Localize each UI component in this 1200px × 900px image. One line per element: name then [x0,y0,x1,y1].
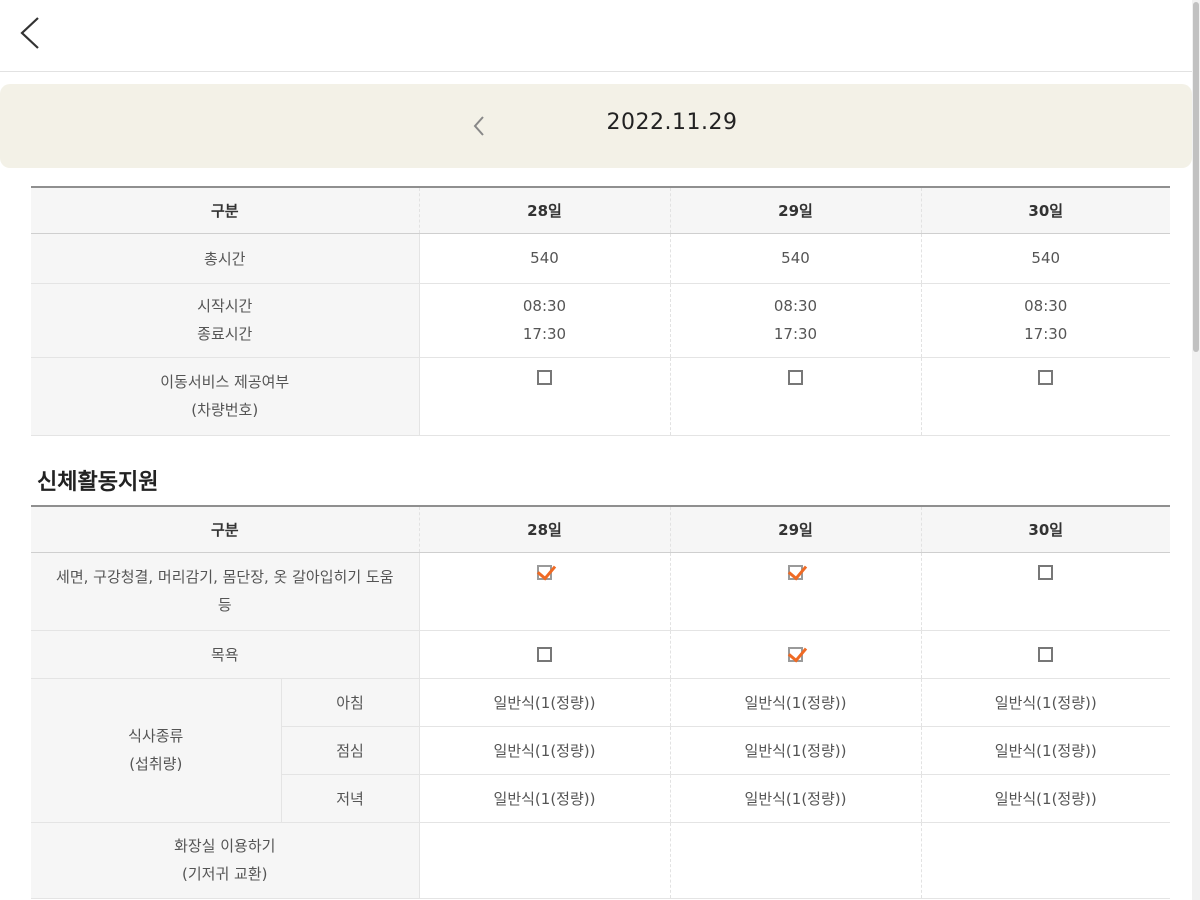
washing-cell [669,552,922,631]
header-day: 30일 [920,505,1171,553]
washing-label-suffix: 등 [217,596,232,614]
start-time: 08:30 [773,297,818,315]
activity-table: 구분 28일 29일 30일 세면, 구강청결, 머리감기, 몸단장, 옷 갈아… [31,505,1171,899]
end-time: 17:30 [522,325,567,343]
toilet-cell [669,822,922,899]
bathing-checkbox[interactable] [537,647,553,662]
time-range-cell: 08:30 17:30 [669,283,921,358]
table-row: 식사종류 (섭취량) 아침 일반식(1(정량)) 일반식(1(정량)) 일반식(… [31,678,1171,823]
meal-label-lunch: 점심 [281,726,420,775]
meal-value: 일반식(1(정량)) [669,678,922,727]
transport-cell [920,357,1170,436]
bathing-cell [920,630,1171,679]
row-label-meals: 식사종류 (섭취량) [31,678,282,823]
section-title: 신체활동지원 [37,470,159,495]
intake-label: (섭취량) [129,755,183,773]
start-time-label: 시작시간 [197,297,253,315]
bathing-cell [669,630,922,679]
row-label-washing: 세면, 구강청결, 머리감기, 몸단장, 옷 갈아입히기 도움 등 [31,552,420,631]
meal-value: 일반식(1(정량)) [418,726,671,775]
meal-value: 일반식(1(정량)) [669,774,922,823]
bathing-cell [418,630,671,679]
chevron-left-icon [473,116,484,136]
meal-label-breakfast: 아침 [281,678,420,727]
toilet-cell [920,822,1171,899]
end-time: 17:30 [773,325,818,343]
washing-checkbox[interactable] [537,564,553,580]
start-time: 08:30 [1024,297,1068,315]
transport-cell [418,357,670,436]
washing-cell [920,552,1171,631]
toilet-cell [418,822,671,899]
bathing-checkbox[interactable] [1038,647,1054,662]
header-category: 구분 [31,186,419,234]
meal-value: 일반식(1(정량)) [418,774,671,823]
time-range-cell: 08:30 17:30 [418,283,670,358]
header-day: 29일 [669,505,922,553]
table-row: 목욕 [31,630,1171,679]
meal-value: 일반식(1(정량)) [920,774,1171,823]
transport-checkbox[interactable] [537,369,552,385]
table-header-row: 구분 28일 29일 30일 [31,186,1170,234]
total-time-value: 540 [418,233,670,284]
transport-checkbox[interactable] [1038,369,1054,385]
transport-cell [669,357,921,436]
meal-value: 일반식(1(정량)) [669,726,922,775]
table-row: 세면, 구강청결, 머리감기, 몸단장, 옷 갈아입히기 도움 등 [31,552,1171,631]
total-time-value: 540 [920,233,1170,284]
row-label-bathing: 목욕 [31,630,420,679]
table-row: 이동서비스 제공여부 (차량번호) [31,357,1170,436]
end-time: 17:30 [1024,325,1068,343]
meal-label-dinner: 저녁 [281,774,420,823]
time-range-cell: 08:30 17:30 [920,283,1170,358]
current-date: 2022.11.29 [606,110,738,135]
schedule-table: 구분 28일 29일 30일 총시간 540 540 540 시작시간 종료시간… [31,186,1170,436]
header-day: 28일 [418,505,671,553]
top-bar [0,0,1192,72]
washing-cell [418,552,671,631]
washing-checkbox[interactable] [1038,564,1054,580]
washing-label: 세면, 구강청결, 머리감기, 몸단장, 옷 갈아입히기 도움 [56,568,394,586]
row-label-transport: 이동서비스 제공여부 (차량번호) [31,357,420,436]
total-time-value: 540 [669,233,921,284]
end-time-label: 종료시간 [197,325,253,343]
row-label-toilet: 화장실 이용하기 (기저귀 교환) [31,822,420,899]
transport-label: 이동서비스 제공여부 [160,373,290,391]
meal-value: 일반식(1(정량)) [418,678,671,727]
diaper-change-label: (기저귀 교환) [182,865,268,883]
bathing-checkbox[interactable] [788,647,804,662]
scrollbar-thumb[interactable] [1193,2,1199,352]
header-day: 30일 [920,186,1170,234]
chevron-left-icon [20,17,39,49]
toilet-label: 화장실 이용하기 [174,837,276,855]
meal-value: 일반식(1(정량)) [920,726,1171,775]
transport-checkbox[interactable] [788,369,803,385]
washing-checkbox[interactable] [788,564,804,580]
header-day: 29일 [669,186,921,234]
table-header-row: 구분 28일 29일 30일 [31,505,1171,553]
back-button[interactable] [14,14,48,52]
vehicle-number-label: (차량번호) [191,401,259,419]
date-navigation-bar: 2022.11.29 [0,84,1192,168]
scrollbar[interactable] [1192,0,1200,900]
table-row: 화장실 이용하기 (기저귀 교환) [31,822,1171,899]
row-label-total-time: 총시간 [31,233,420,284]
row-label-time-range: 시작시간 종료시간 [31,283,420,358]
header-category: 구분 [31,505,420,553]
start-time: 08:30 [522,297,567,315]
previous-date-button[interactable] [468,112,490,140]
table-row: 시작시간 종료시간 08:30 17:30 08:30 17:30 08:30 … [31,283,1170,358]
table-row: 총시간 540 540 540 [31,233,1170,284]
header-day: 28일 [418,186,670,234]
meal-type-label: 식사종류 [128,727,184,745]
meal-value: 일반식(1(정량)) [920,678,1171,727]
